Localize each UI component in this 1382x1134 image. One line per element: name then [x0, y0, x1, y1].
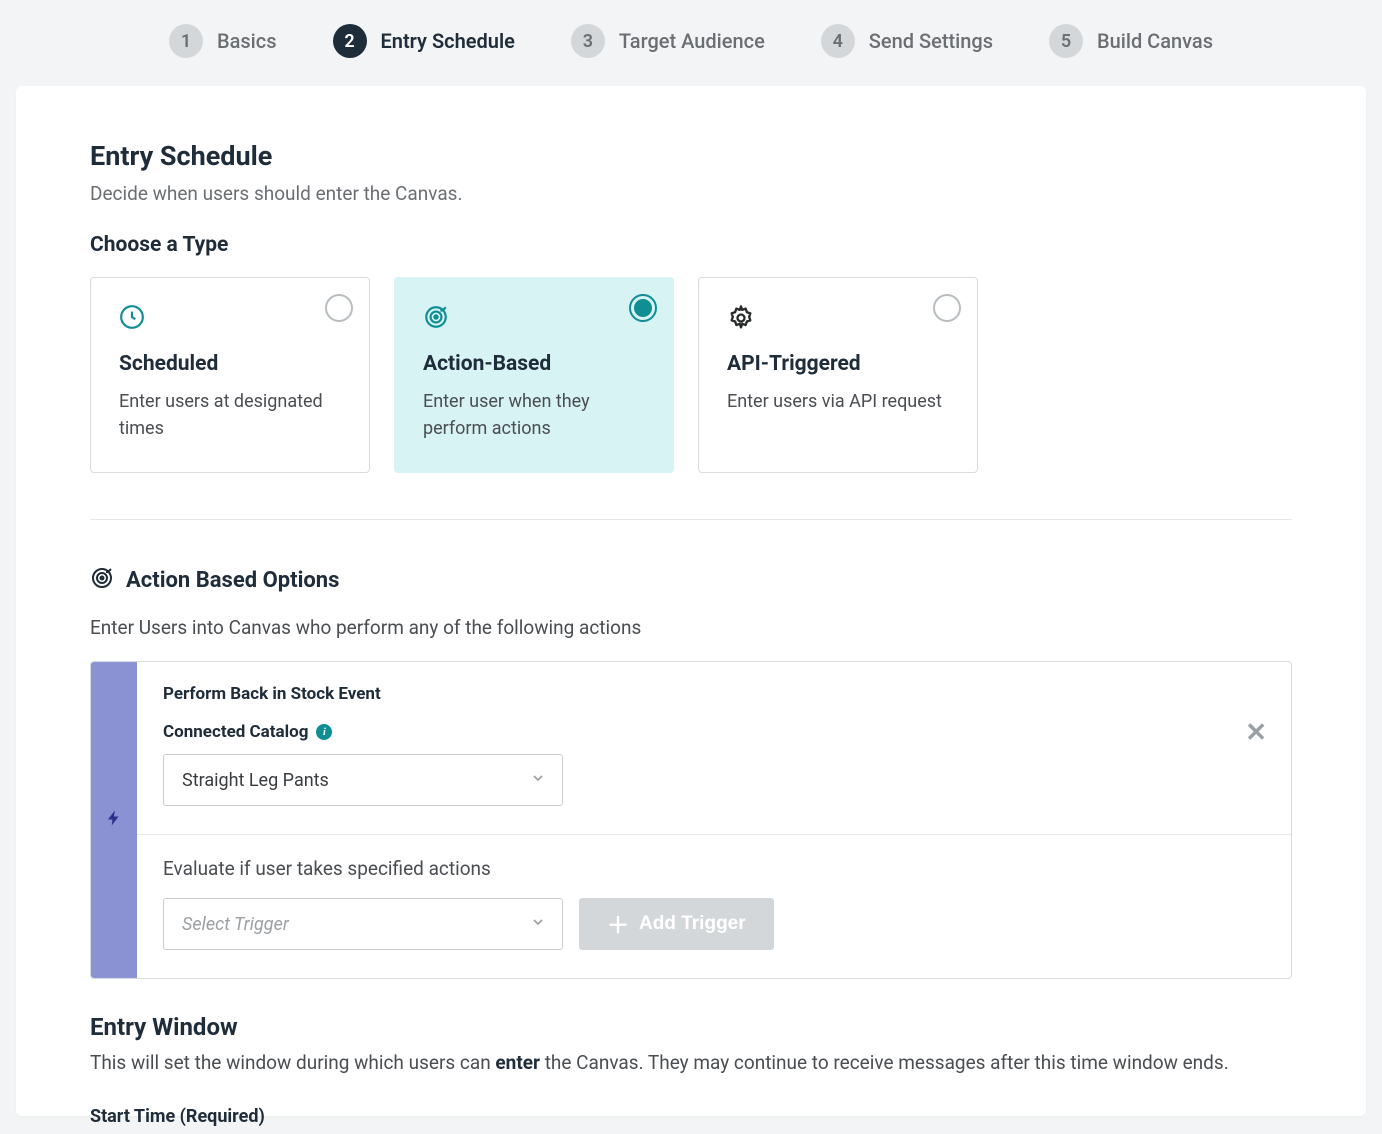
step-target-audience[interactable]: 3 Target Audience	[571, 24, 765, 58]
gear-icon	[727, 304, 953, 334]
chevron-down-icon	[530, 914, 546, 935]
plus-icon: ＋	[607, 908, 629, 940]
evaluate-label: Evaluate if user takes specified actions	[163, 857, 1265, 880]
choose-type-label: Choose a Type	[90, 233, 1292, 257]
chevron-down-icon	[530, 770, 546, 791]
info-icon[interactable]: i	[316, 724, 332, 740]
step-label: Entry Schedule	[381, 29, 515, 53]
trigger-rail	[91, 662, 137, 978]
entry-window-desc-bold: enter	[495, 1051, 540, 1074]
entry-window-desc-suffix: the Canvas. They may continue to receive…	[540, 1051, 1229, 1074]
page-subtitle: Decide when users should enter the Canva…	[90, 182, 1292, 205]
step-number: 4	[821, 24, 855, 58]
step-basics[interactable]: 1 Basics	[169, 24, 277, 58]
type-desc: Enter users at designated times	[119, 388, 345, 442]
type-card-scheduled[interactable]: Scheduled Enter users at designated time…	[90, 277, 370, 473]
step-number: 2	[333, 24, 367, 58]
lightning-icon	[105, 806, 123, 834]
step-number: 1	[169, 24, 203, 58]
target-icon	[423, 304, 649, 334]
divider	[90, 519, 1292, 520]
type-cards: Scheduled Enter users at designated time…	[90, 277, 1292, 473]
page-title: Entry Schedule	[90, 140, 1292, 172]
type-title: API-Triggered	[727, 352, 953, 376]
step-label: Build Canvas	[1097, 29, 1213, 53]
remove-trigger-button[interactable]: ✕	[1245, 718, 1267, 748]
step-label: Target Audience	[619, 29, 765, 53]
type-card-action-based[interactable]: Action-Based Enter user when they perfor…	[394, 277, 674, 473]
add-trigger-label: Add Trigger	[639, 913, 746, 935]
step-number: 5	[1049, 24, 1083, 58]
connected-catalog-label-text: Connected Catalog	[163, 722, 308, 742]
step-number: 3	[571, 24, 605, 58]
type-title: Scheduled	[119, 352, 345, 376]
trigger-section-evaluate: Evaluate if user takes specified actions…	[137, 834, 1291, 978]
step-build-canvas[interactable]: 5 Build Canvas	[1049, 24, 1213, 58]
action-based-options-header: Action Based Options	[90, 566, 1292, 594]
type-desc: Enter user when they perform actions	[423, 388, 649, 442]
step-send-settings[interactable]: 4 Send Settings	[821, 24, 993, 58]
radio-api-triggered[interactable]	[933, 294, 961, 322]
target-icon	[90, 566, 114, 594]
step-label: Basics	[217, 29, 277, 53]
trigger-box: ✕ Perform Back in Stock Event Connected …	[90, 661, 1292, 979]
entry-window-title: Entry Window	[90, 1013, 1292, 1041]
type-title: Action-Based	[423, 352, 649, 376]
select-trigger-placeholder: Select Trigger	[182, 914, 289, 935]
add-trigger-button[interactable]: ＋ Add Trigger	[579, 898, 774, 950]
main-panel: Entry Schedule Decide when users should …	[16, 86, 1366, 1116]
step-entry-schedule[interactable]: 2 Entry Schedule	[333, 24, 515, 58]
trigger-body: ✕ Perform Back in Stock Event Connected …	[137, 662, 1291, 978]
trigger-event-heading: Perform Back in Stock Event	[163, 684, 1265, 704]
entry-window-desc-prefix: This will set the window during which us…	[90, 1051, 495, 1074]
connected-catalog-label: Connected Catalog i	[163, 722, 1265, 742]
type-desc: Enter users via API request	[727, 388, 953, 415]
trigger-section-event: ✕ Perform Back in Stock Event Connected …	[137, 662, 1291, 834]
select-trigger-dropdown[interactable]: Select Trigger	[163, 898, 563, 950]
radio-scheduled[interactable]	[325, 294, 353, 322]
type-card-api-triggered[interactable]: API-Triggered Enter users via API reques…	[698, 277, 978, 473]
connected-catalog-select[interactable]: Straight Leg Pants	[163, 754, 563, 806]
wizard-stepper: 1 Basics 2 Entry Schedule 3 Target Audie…	[0, 0, 1382, 86]
action-based-options-desc: Enter Users into Canvas who perform any …	[90, 616, 1292, 639]
start-time-label: Start Time (Required)	[90, 1106, 1292, 1127]
action-based-options-title: Action Based Options	[126, 568, 339, 593]
radio-action-based[interactable]	[629, 294, 657, 322]
connected-catalog-value: Straight Leg Pants	[182, 770, 329, 791]
clock-icon	[119, 304, 345, 334]
entry-window-desc: This will set the window during which us…	[90, 1051, 1292, 1074]
step-label: Send Settings	[869, 29, 993, 53]
